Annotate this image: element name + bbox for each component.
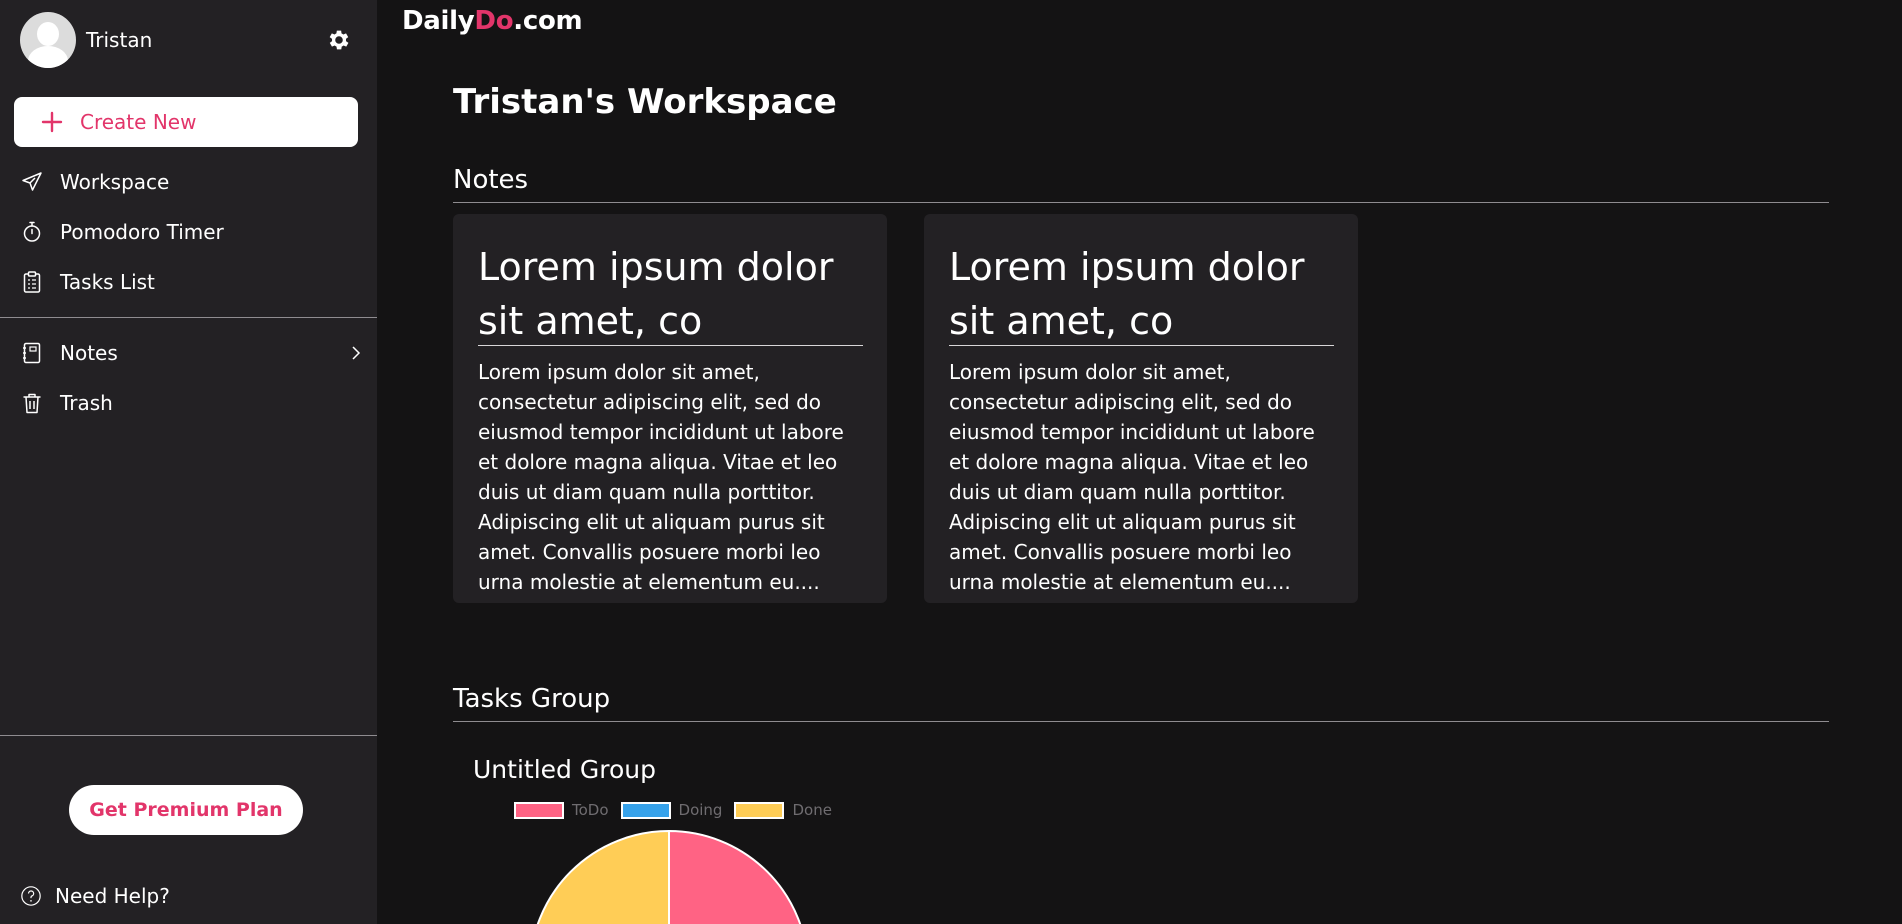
legend-item-todo[interactable]: ToDo xyxy=(514,801,609,819)
need-help-link[interactable]: Need Help? xyxy=(20,884,170,908)
create-new-label: Create New xyxy=(80,110,197,134)
note-body: Lorem ipsum dolor sit amet, consectetur … xyxy=(949,360,1315,594)
legend-swatch xyxy=(514,801,564,819)
help-circle-icon xyxy=(21,886,41,906)
pie-slice-done xyxy=(536,829,670,924)
note-card[interactable]: Lorem ipsum dolor sit amet, co Lorem ips… xyxy=(453,214,887,603)
legend-item-doing[interactable]: Doing xyxy=(620,801,723,819)
chart-legend: ToDo Doing Done xyxy=(514,801,844,819)
legend-swatch xyxy=(620,801,671,819)
sidebar-item-label: Tasks List xyxy=(60,270,155,294)
legend-label: ToDo xyxy=(572,801,609,819)
section-divider xyxy=(453,721,1829,722)
legend-label: Done xyxy=(792,801,832,819)
sidebar-item-pomodoro-timer[interactable]: Pomodoro Timer xyxy=(0,210,377,254)
tasks-group-heading: Tasks Group xyxy=(453,684,611,714)
sidebar-item-notes[interactable]: Notes xyxy=(0,331,377,375)
app-logo[interactable]: DailyDo.com xyxy=(402,6,583,36)
avatar[interactable] xyxy=(20,12,76,68)
need-help-label: Need Help? xyxy=(55,884,170,908)
task-group-title: Untitled Group xyxy=(473,755,656,784)
get-premium-button[interactable]: Get Premium Plan xyxy=(69,785,303,835)
note-title: Lorem ipsum dolor sit amet, co xyxy=(949,245,1305,343)
create-new-button[interactable]: Create New xyxy=(14,97,358,147)
logo-part: .com xyxy=(513,6,583,36)
notes-heading: Notes xyxy=(453,165,529,195)
gear-icon[interactable] xyxy=(326,27,352,53)
trash-icon xyxy=(23,393,41,414)
task-status-pie-chart xyxy=(536,829,802,924)
sidebar-item-label: Notes xyxy=(60,341,118,365)
note-divider xyxy=(949,345,1334,346)
sidebar-divider xyxy=(0,735,377,736)
sidebar-item-workspace[interactable]: Workspace xyxy=(0,160,377,204)
logo-accent: Do xyxy=(474,6,514,36)
notebook-icon xyxy=(23,342,41,364)
sidebar-item-label: Trash xyxy=(60,391,113,415)
stopwatch-icon xyxy=(23,221,41,242)
clipboard-icon xyxy=(23,271,41,293)
profile[interactable]: Tristan xyxy=(20,12,152,68)
legend-swatch xyxy=(734,801,785,819)
sidebar-divider xyxy=(0,317,377,318)
note-divider xyxy=(478,345,863,346)
section-divider xyxy=(453,202,1829,203)
paper-plane-icon xyxy=(22,172,42,191)
chevron-right-icon[interactable] xyxy=(348,345,364,361)
note-card[interactable]: Lorem ipsum dolor sit amet, co Lorem ips… xyxy=(924,214,1358,603)
sidebar: Tristan Create New Workspace Pomodoro Ti… xyxy=(0,0,377,924)
sidebar-item-tasks-list[interactable]: Tasks List xyxy=(0,260,377,304)
sidebar-item-label: Workspace xyxy=(60,170,170,194)
sidebar-item-label: Pomodoro Timer xyxy=(60,220,224,244)
sidebar-item-trash[interactable]: Trash xyxy=(0,381,377,425)
plus-icon xyxy=(41,111,63,133)
legend-item-done[interactable]: Done xyxy=(734,801,832,819)
pie-slice-todo xyxy=(668,829,802,924)
logo-part: Daily xyxy=(402,6,475,36)
note-body: Lorem ipsum dolor sit amet, consectetur … xyxy=(478,360,844,594)
page-title: Tristan's Workspace xyxy=(453,82,837,122)
legend-label: Doing xyxy=(678,801,723,819)
note-title: Lorem ipsum dolor sit amet, co xyxy=(478,245,834,343)
username: Tristan xyxy=(86,28,153,52)
